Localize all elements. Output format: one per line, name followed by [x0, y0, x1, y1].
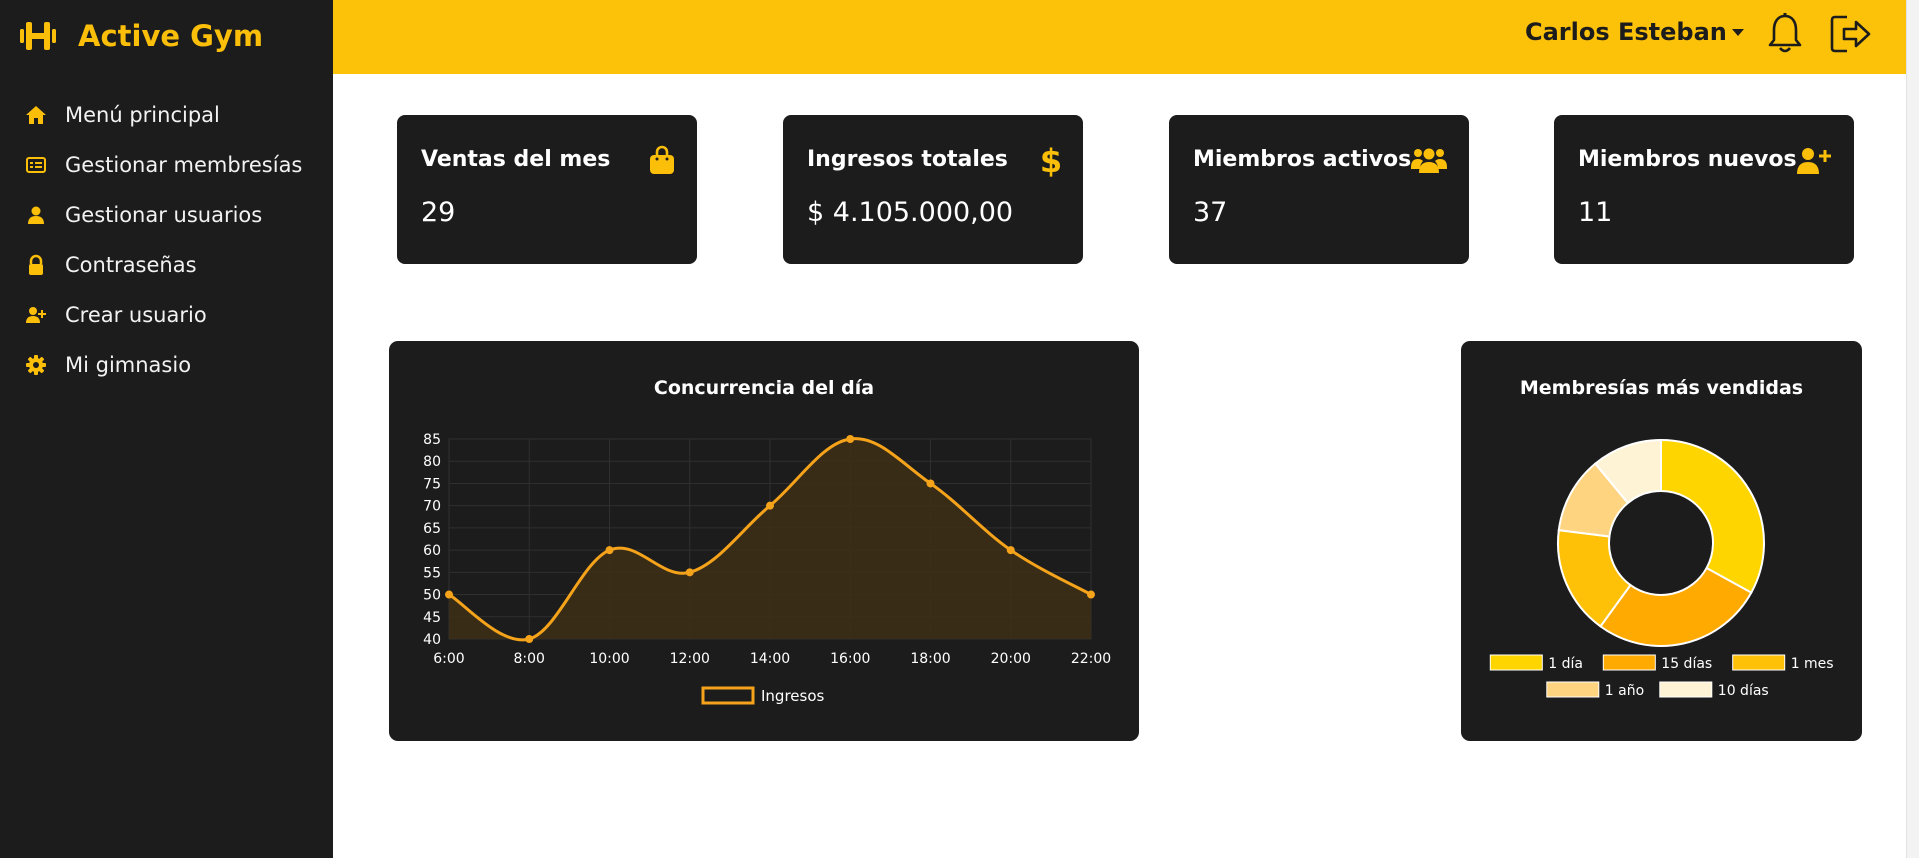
sidebar-item-gestionar-usuarios[interactable]: Gestionar usuarios — [25, 195, 262, 235]
stat-card-ventas: Ventas del mes 29 — [397, 115, 697, 264]
data-point — [766, 501, 774, 510]
bell-icon[interactable] — [1765, 12, 1805, 56]
x-tick-label: 18:00 — [910, 651, 950, 667]
sidebar: Active Gym Menú principal Gestionar memb… — [0, 0, 333, 858]
legend-label: 1 día — [1548, 656, 1583, 672]
shopping-bag-icon — [650, 145, 674, 174]
sidebar-item-label: Contraseñas — [65, 253, 197, 277]
x-tick-label: 20:00 — [991, 651, 1031, 667]
legend-label: 10 días — [1718, 683, 1769, 699]
y-tick-label: 50 — [423, 588, 441, 604]
brand-name: Active Gym — [78, 19, 264, 53]
sidebar-item-gestionar-membresias[interactable]: Gestionar membresías — [25, 145, 302, 185]
legend-swatch — [1546, 681, 1600, 698]
scrollbar[interactable] — [1906, 0, 1919, 858]
y-tick-label: 60 — [423, 543, 441, 559]
donut-slice — [1660, 438, 1765, 594]
y-tick-label: 45 — [423, 610, 441, 626]
attendance-line-chart: 40 45 50 55 60 65 70 75 80 85 6:00 8:00 10:00 12:00 14… — [423, 432, 1111, 705]
stat-card-miembros-nuevos: Miembros nuevos 11 — [1554, 115, 1854, 264]
x-tick-label: 16:00 — [830, 651, 870, 667]
id-card-icon — [25, 154, 47, 176]
legend-label: 1 mes — [1791, 656, 1834, 672]
stat-value: 37 — [1193, 197, 1228, 228]
data-point — [685, 568, 694, 577]
legend-label: Ingresos — [761, 687, 825, 705]
data-point — [525, 635, 534, 643]
memberships-donut-chart: 1 día 15 días 1 mes 1 año 10 días — [1489, 438, 1834, 699]
data-point — [926, 479, 935, 488]
stat-title: Miembros activos — [1193, 147, 1412, 172]
user-plus-icon — [1797, 148, 1831, 174]
sidebar-item-crear-usuario[interactable]: Crear usuario — [25, 295, 207, 335]
sidebar-item-label: Mi gimnasio — [65, 353, 192, 377]
stat-value: 11 — [1578, 197, 1613, 228]
brand-logo[interactable]: Active Gym — [18, 17, 263, 55]
legend-label: 1 año — [1605, 683, 1644, 699]
legend-swatch — [1659, 681, 1713, 698]
stat-card-ingresos: Ingresos totales $ $ 4.105.000,00 — [783, 115, 1083, 264]
svg-text:$: $ — [1041, 145, 1061, 177]
home-icon — [25, 104, 47, 126]
stat-title: Ventas del mes — [421, 147, 611, 172]
x-tick-label: 6:00 — [433, 651, 464, 667]
legend-swatch — [1732, 654, 1786, 671]
sidebar-item-mi-gimnasio[interactable]: Mi gimnasio — [25, 345, 191, 385]
stat-value: 29 — [421, 197, 456, 228]
memberships-chart-panel: Membresías más vendidas 1 día 15 días 1 me… — [1461, 341, 1862, 741]
attendance-chart-panel: Concurrencia del día 40 45 50 55 60 65 70 75 80 8… — [389, 341, 1139, 741]
sidebar-item-label: Crear usuario — [65, 303, 207, 327]
y-tick-label: 80 — [423, 454, 441, 470]
user-plus-icon — [25, 304, 47, 326]
y-tick-label: 55 — [423, 565, 441, 581]
dumbbell-icon — [20, 22, 56, 50]
user-icon — [25, 204, 47, 226]
dollar-icon: $ — [1041, 145, 1061, 177]
logout-icon[interactable] — [1829, 14, 1873, 54]
sidebar-item-contrasenas[interactable]: Contraseñas — [25, 245, 197, 285]
stat-title: Ingresos totales — [807, 147, 1008, 172]
sidebar-item-label: Gestionar usuarios — [65, 203, 263, 227]
sidebar-item-menu-principal[interactable]: Menú principal — [25, 95, 220, 135]
y-tick-label: 85 — [423, 432, 441, 448]
sidebar-item-label: Menú principal — [65, 103, 220, 127]
data-point — [605, 546, 614, 555]
x-tick-label: 10:00 — [589, 651, 629, 667]
y-tick-label: 65 — [423, 521, 441, 537]
legend-label: 15 días — [1661, 656, 1712, 672]
x-tick-label: 12:00 — [670, 651, 710, 667]
data-point — [846, 435, 855, 443]
stat-title: Miembros nuevos — [1578, 147, 1797, 172]
gear-icon — [25, 354, 47, 376]
sidebar-item-label: Gestionar membresías — [65, 153, 303, 177]
stat-card-miembros-activos: Miembros activos 37 — [1169, 115, 1469, 264]
legend-swatch — [1602, 654, 1656, 671]
lock-icon — [25, 254, 47, 276]
legend-swatch — [701, 686, 755, 705]
x-tick-label: 14:00 — [750, 651, 790, 667]
data-point — [1006, 546, 1015, 555]
users-icon — [1411, 148, 1447, 173]
y-tick-label: 40 — [423, 632, 441, 648]
legend-swatch — [1489, 654, 1543, 671]
y-tick-label: 75 — [423, 476, 441, 492]
user-menu-name[interactable]: Carlos Esteban — [1525, 18, 1727, 46]
chevron-down-icon[interactable] — [1732, 29, 1744, 36]
stat-value: $ 4.105.000,00 — [807, 197, 1014, 228]
data-point — [445, 590, 453, 599]
x-tick-label: 22:00 — [1071, 651, 1111, 667]
data-point — [1087, 590, 1095, 599]
x-tick-label: 8:00 — [514, 651, 545, 667]
y-tick-label: 70 — [423, 499, 441, 515]
